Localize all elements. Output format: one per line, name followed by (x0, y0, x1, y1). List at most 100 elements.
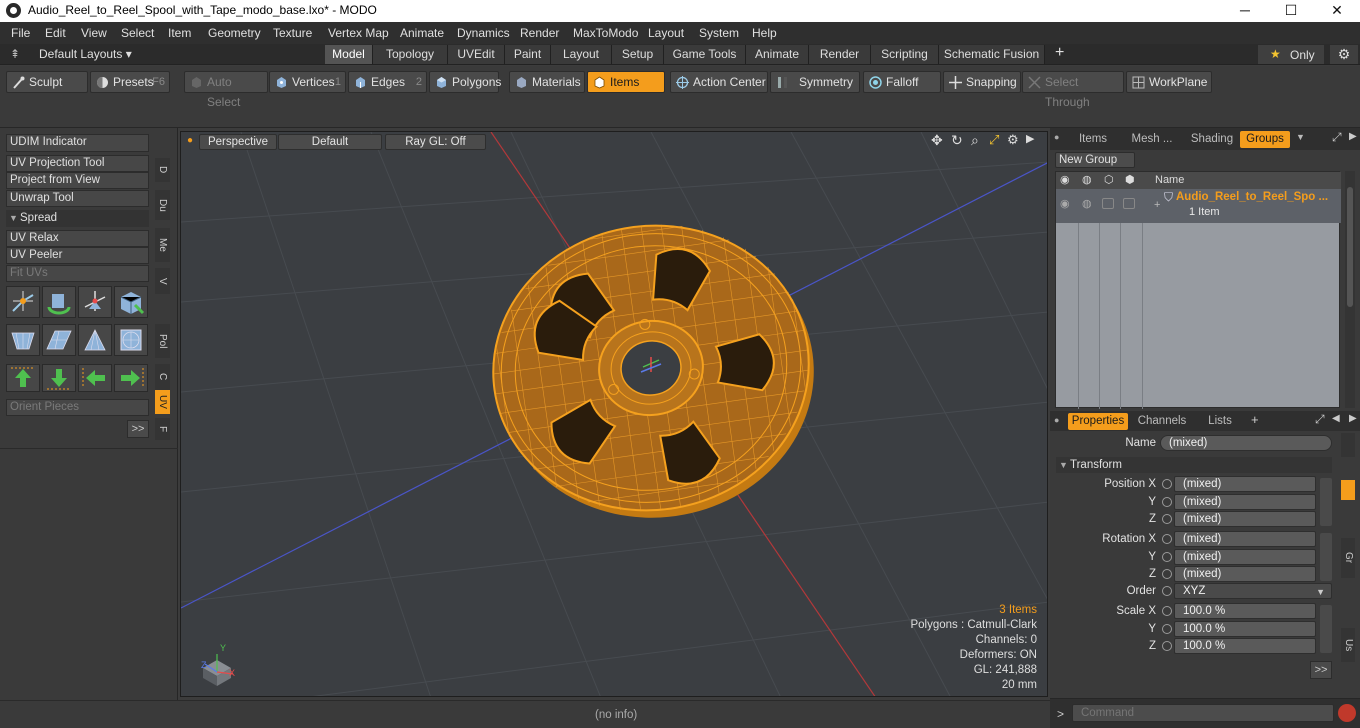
side-tab-dots[interactable] (1341, 433, 1355, 457)
uv-peeler-button[interactable]: UV Peeler (6, 247, 149, 264)
tab-channels[interactable]: Channels (1132, 413, 1192, 430)
position-y-field[interactable]: (mixed) (1174, 494, 1316, 510)
perspective-dropdown[interactable]: Perspective (199, 134, 277, 150)
tab-animate[interactable]: Animate (746, 45, 809, 64)
position-x-field[interactable]: (mixed) (1174, 476, 1316, 492)
row-visibility-icon[interactable]: ◉ (1060, 197, 1070, 210)
rotation-x-field[interactable]: (mixed) (1174, 531, 1316, 547)
render-icon[interactable]: ◍ (1082, 173, 1092, 186)
ray-gl-toggle[interactable]: Ray GL: Off (385, 134, 486, 150)
viewport-menu-dot-icon[interactable]: ● (187, 135, 193, 146)
menu-file[interactable]: File (11, 26, 30, 40)
position-z-field[interactable]: (mixed) (1174, 511, 1316, 527)
polygons-button[interactable]: Polygons (429, 71, 501, 93)
add-tab-plus-button[interactable]: + (1251, 412, 1259, 427)
side-tab-pol[interactable]: Pol (155, 324, 170, 358)
select-through-button[interactable]: Select Through (1022, 71, 1124, 109)
scale-z-field[interactable]: 100.0 % (1174, 638, 1316, 654)
items-button[interactable]: Items (587, 71, 665, 93)
side-tab-uv[interactable]: UV (155, 390, 170, 414)
unwrap-tool-button[interactable]: Unwrap Tool (6, 190, 149, 207)
side-tab-f[interactable]: F (155, 418, 170, 440)
3d-viewport[interactable]: ● Perspective Default Ray GL: Off ✥ ↻ ⌕ … (180, 131, 1048, 697)
uv-rotate-tool-icon[interactable] (42, 286, 76, 318)
tab-mesh[interactable]: Mesh ... (1122, 131, 1182, 148)
side-tab-c[interactable]: C (155, 364, 170, 390)
tab-setup[interactable]: Setup (612, 45, 664, 64)
minimize-button[interactable]: ─ (1222, 0, 1268, 22)
gear-icon[interactable]: ⚙ (1330, 45, 1358, 64)
tab-items[interactable]: Items (1066, 131, 1120, 148)
menu-system[interactable]: System (699, 26, 739, 40)
position-x-anim-dot[interactable] (1162, 479, 1172, 489)
side-tab-us[interactable]: Us (1341, 628, 1355, 662)
side-tab-du[interactable]: Du (155, 190, 170, 220)
pan-view-icon[interactable]: ✥ (931, 132, 943, 149)
move-left-arrow-icon[interactable] (78, 364, 112, 392)
tab-topology[interactable]: Topology (373, 45, 448, 64)
panel-expand-icon[interactable]: ⤢ (1332, 130, 1342, 145)
menu-edit[interactable]: Edit (45, 26, 66, 40)
uv-projection-tool-button[interactable]: UV Projection Tool (6, 155, 149, 172)
row-render-icon[interactable]: ◍ (1082, 197, 1092, 210)
scale-y-field[interactable]: 100.0 % (1174, 621, 1316, 637)
menu-vertex-map[interactable]: Vertex Map (328, 26, 389, 40)
uv-transform-tool-icon[interactable] (6, 286, 40, 318)
udim-indicator-button[interactable]: UDIM Indicator (6, 134, 149, 152)
tab-model[interactable]: Model (325, 45, 373, 64)
record-icon[interactable] (1338, 704, 1356, 722)
menu-layout[interactable]: Layout (648, 26, 684, 40)
tab-shading[interactable]: Shading (1184, 131, 1240, 148)
scale-z-anim-dot[interactable] (1162, 641, 1172, 651)
uv-relax-button[interactable]: UV Relax (6, 230, 149, 247)
auto-select-button[interactable]: Auto Select (184, 71, 268, 109)
expand-plus-icon[interactable]: + (1154, 199, 1160, 211)
uv-planar-project-icon[interactable] (42, 324, 76, 356)
side-tab-d[interactable]: D (155, 158, 170, 182)
tab-uvedit[interactable]: UVEdit (448, 45, 505, 64)
properties-arrow-icon[interactable]: ◀ (1332, 413, 1340, 424)
groups-list[interactable]: ◉ ◍ ⬡ ⬢ Name ◉ ◍ + ⛉ Audio_Reel_to_Reel_… (1055, 171, 1341, 409)
close-button[interactable]: ✕ (1314, 0, 1360, 22)
sculpt-button[interactable]: Sculpt (6, 71, 88, 93)
new-group-button[interactable]: New Group (1055, 152, 1135, 168)
rotation-z-anim-dot[interactable] (1162, 569, 1172, 579)
panel-arrow-icon[interactable]: ▶ (1349, 131, 1357, 142)
menu-render[interactable]: Render (520, 26, 559, 40)
fit-view-icon[interactable]: ⤢ (989, 132, 999, 148)
only-toggle[interactable]: ★ Only (1258, 45, 1324, 64)
position-z-anim-dot[interactable] (1162, 514, 1172, 524)
select-icon[interactable]: ⬢ (1125, 173, 1135, 186)
tab-game-tools[interactable]: Game Tools (664, 45, 746, 64)
group-row[interactable]: ◉ ◍ + ⛉ Audio_Reel_to_Reel_Spo ... 1 Ite… (1056, 189, 1341, 223)
order-anim-dot[interactable] (1162, 586, 1172, 596)
snapping-button[interactable]: Snapping (943, 71, 1021, 93)
move-up-arrow-icon[interactable] (6, 364, 40, 392)
menu-view[interactable]: View (81, 26, 107, 40)
fit-uvs-button[interactable]: Fit UVs (6, 265, 149, 282)
orient-pieces-button[interactable]: Orient Pieces (6, 399, 149, 416)
tab-scripting[interactable]: Scripting (871, 45, 939, 64)
materials-button[interactable]: Materials (509, 71, 585, 93)
side-tab-active[interactable] (1341, 480, 1355, 500)
lock-icon[interactable]: ⬡ (1104, 173, 1114, 186)
zoom-view-icon[interactable]: ⌕ (971, 132, 979, 149)
viewport-settings-gear-icon[interactable]: ⚙ (1007, 132, 1019, 148)
order-dropdown[interactable]: XYZ ▼ (1174, 583, 1332, 599)
spread-section[interactable]: ▼ Spread (6, 210, 149, 227)
tab-render[interactable]: Render (809, 45, 871, 64)
menu-select[interactable]: Select (121, 26, 154, 40)
add-tab-button[interactable]: + (1055, 44, 1064, 62)
presets-button[interactable]: Presets F6 (90, 71, 170, 93)
side-tab-v[interactable]: V (155, 268, 170, 294)
menu-maxtomodo[interactable]: MaxToModo (573, 26, 638, 40)
menu-help[interactable]: Help (752, 26, 777, 40)
menu-dynamics[interactable]: Dynamics (457, 26, 510, 40)
tab-paint[interactable]: Paint (505, 45, 551, 64)
tab-dropdown-chevron-icon[interactable]: ▼ (1296, 132, 1305, 142)
uv-cylinder-project-icon[interactable] (6, 324, 40, 356)
position-link-toggle[interactable] (1320, 478, 1332, 526)
shading-default-dropdown[interactable]: Default (278, 134, 382, 150)
side-tab-gr[interactable]: Gr (1341, 538, 1355, 578)
falloff-button[interactable]: Falloff (863, 71, 941, 93)
